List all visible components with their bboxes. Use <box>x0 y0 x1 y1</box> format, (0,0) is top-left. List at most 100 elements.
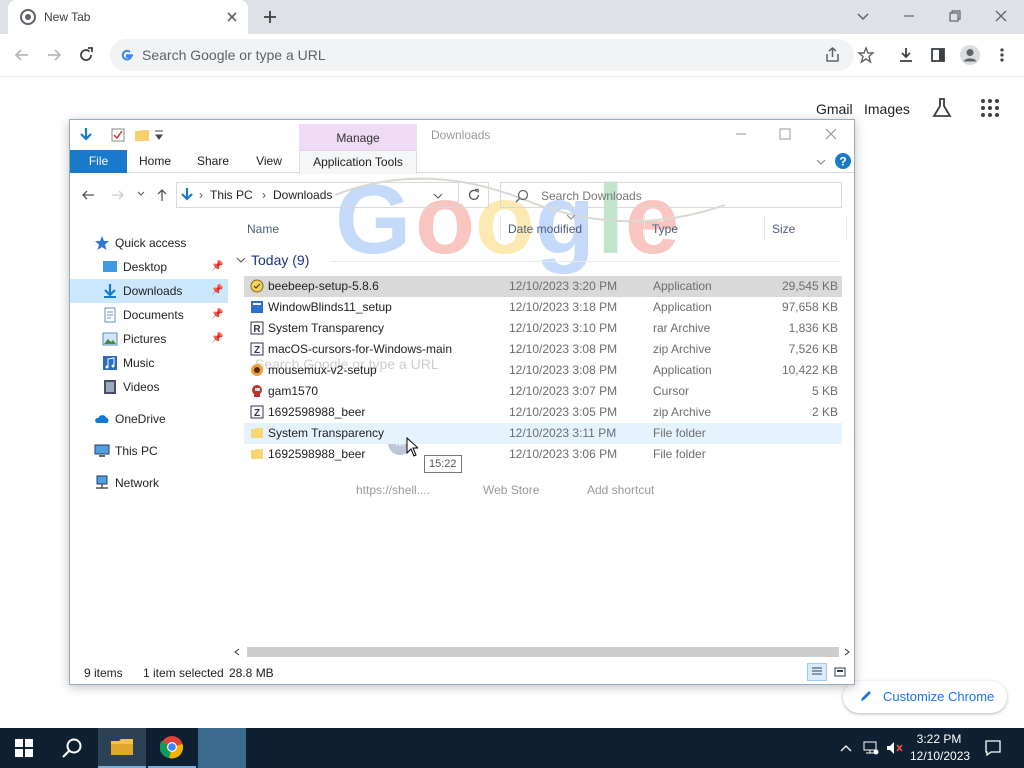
ghost-shortcut-1: https://shell.... <box>356 483 431 497</box>
help-icon[interactable]: ? <box>834 152 852 170</box>
column-header-name[interactable]: Name <box>247 222 279 236</box>
show-hidden-icons-chevron-icon[interactable] <box>836 728 856 768</box>
nav-forward-icon[interactable] <box>110 187 126 203</box>
omnibox[interactable]: Search Google or type a URL <box>110 39 854 71</box>
sidebar-item-this-pc[interactable]: This PC <box>70 439 228 463</box>
large-icons-view-icon[interactable] <box>831 663 849 681</box>
file-explorer-taskbar-icon[interactable] <box>98 728 146 768</box>
properties-check-icon[interactable] <box>110 127 126 143</box>
scroll-left-icon[interactable] <box>233 648 241 656</box>
file-row[interactable]: R System Transparency 12/10/2023 3:10 PM… <box>244 318 842 339</box>
scroll-right-icon[interactable] <box>843 648 851 656</box>
customize-chrome-label: Customize Chrome <box>883 689 995 704</box>
customize-chrome-button[interactable]: Customize Chrome <box>843 681 1007 713</box>
chrome-taskbar-icon[interactable] <box>148 728 196 768</box>
tab-close-icon[interactable] <box>224 9 240 25</box>
labs-flask-icon[interactable] <box>930 96 954 120</box>
network-tray-icon[interactable] <box>860 728 882 768</box>
quick-access-down-arrow-icon[interactable] <box>78 127 94 143</box>
breadcrumb-this-pc[interactable]: This PC <box>210 188 253 202</box>
ribbon-tab-home[interactable]: Home <box>132 150 178 173</box>
bookmark-star-icon[interactable] <box>854 43 878 67</box>
file-row[interactable]: Z 1692598988_beer 12/10/2023 3:05 PM zip… <box>244 402 842 423</box>
gmail-link[interactable]: Gmail <box>816 101 853 117</box>
search-downloads-input[interactable]: Search Downloads <box>500 182 842 208</box>
customize-quick-access-icon[interactable] <box>154 129 164 141</box>
explorer-close-icon[interactable] <box>822 125 840 143</box>
horizontal-scrollbar[interactable] <box>233 644 853 661</box>
address-separator-icon: › <box>199 188 203 202</box>
ribbon-tab-view[interactable]: View <box>248 150 290 173</box>
sidebar-item-network[interactable]: Network <box>70 471 228 495</box>
sidebar-item-onedrive[interactable]: OneDrive <box>70 407 228 431</box>
sidebar-item-downloads[interactable]: Downloads 📌 <box>70 279 228 303</box>
column-header-size[interactable]: Size <box>772 222 795 236</box>
window-close-icon[interactable] <box>990 5 1012 27</box>
clock-time[interactable]: 3:22 PM <box>914 732 964 746</box>
windows-start-icon[interactable] <box>0 728 48 768</box>
file-row[interactable]: mousemux-v2-setup 12/10/2023 3:08 PM App… <box>244 360 842 381</box>
ribbon-tab-share[interactable]: Share <box>190 150 236 173</box>
notification-center-icon[interactable] <box>980 728 1006 768</box>
forward-arrow-icon[interactable] <box>42 43 66 67</box>
ribbon-tab-application-tools[interactable]: Application Tools <box>299 150 417 174</box>
search-placeholder: Search Downloads <box>541 189 642 203</box>
mouse-cursor-icon <box>406 437 418 457</box>
apps-grid-icon[interactable] <box>978 96 1002 120</box>
tab-new-tab[interactable]: New Tab <box>8 0 248 34</box>
clock-date[interactable]: 12/10/2023 <box>910 749 970 763</box>
group-header-today[interactable]: Today (9) <box>251 252 309 268</box>
column-divider[interactable] <box>846 216 847 240</box>
up-arrow-icon[interactable] <box>154 187 170 203</box>
sidebar-item-videos[interactable]: Videos <box>70 375 228 399</box>
back-arrow-icon[interactable] <box>10 43 34 67</box>
downloads-icon[interactable] <box>894 43 918 67</box>
column-divider[interactable] <box>644 216 645 240</box>
file-row[interactable]: System Transparency 12/10/2023 3:11 PM F… <box>244 423 842 444</box>
active-window-taskbar-slot[interactable] <box>198 728 246 768</box>
share-icon[interactable] <box>824 46 842 64</box>
window-restore-icon[interactable] <box>944 5 966 27</box>
tab-search-chevron-icon[interactable] <box>852 5 874 27</box>
side-panel-icon[interactable] <box>926 43 950 67</box>
taskbar-search-icon[interactable] <box>48 728 96 768</box>
column-divider[interactable] <box>764 216 765 240</box>
sidebar-item-music[interactable]: Music <box>70 351 228 375</box>
ribbon-tab-file[interactable]: File <box>70 150 127 173</box>
file-row[interactable]: gam1570 12/10/2023 3:07 PM Cursor 5 KB <box>244 381 842 402</box>
zip-archive-icon: Z <box>250 405 264 419</box>
manage-context-tab[interactable]: Manage <box>299 124 417 150</box>
recent-locations-chevron-icon[interactable] <box>136 189 146 199</box>
new-tab-plus-icon[interactable] <box>258 5 282 29</box>
refresh-icon[interactable] <box>459 182 489 208</box>
file-row[interactable]: WindowBlinds11_setup 12/10/2023 3:18 PM … <box>244 297 842 318</box>
file-row[interactable]: beebeep-setup-5.8.6 12/10/2023 3:20 PM A… <box>244 276 842 297</box>
sidebar-item-pictures[interactable]: Pictures 📌 <box>70 327 228 351</box>
column-header-type[interactable]: Type <box>652 222 678 236</box>
explorer-maximize-icon[interactable] <box>776 125 794 143</box>
explorer-minimize-icon[interactable] <box>732 125 750 143</box>
volume-muted-icon[interactable] <box>884 728 906 768</box>
ribbon-expand-chevron-icon[interactable] <box>815 156 827 168</box>
images-link[interactable]: Images <box>864 101 910 117</box>
window-minimize-icon[interactable] <box>898 5 920 27</box>
new-folder-icon[interactable] <box>134 127 150 143</box>
file-type: Application <box>653 300 712 314</box>
sidebar-item-documents[interactable]: Documents 📌 <box>70 303 228 327</box>
details-view-icon[interactable] <box>807 663 827 681</box>
sidebar-item-quick-access[interactable]: Quick access <box>70 231 228 255</box>
group-collapse-chevron-icon[interactable] <box>236 256 246 264</box>
column-divider[interactable] <box>500 216 501 240</box>
file-row[interactable]: 1692598988_beer 12/10/2023 3:06 PM File … <box>244 444 842 465</box>
sidebar-item-desktop[interactable]: Desktop 📌 <box>70 255 228 279</box>
nav-back-icon[interactable] <box>80 187 96 203</box>
chrome-menu-icon[interactable] <box>990 43 1014 67</box>
file-row[interactable]: Z macOS-cursors-for-Windows-main 12/10/2… <box>244 339 842 360</box>
address-bar[interactable]: › This PC › Downloads <box>176 182 459 208</box>
breadcrumb-downloads[interactable]: Downloads <box>273 188 332 202</box>
address-dropdown-icon[interactable] <box>432 190 444 202</box>
scroll-thumb[interactable] <box>247 647 839 657</box>
column-header-date[interactable]: Date modified <box>508 222 582 236</box>
profile-avatar-icon[interactable] <box>958 43 982 67</box>
reload-icon[interactable] <box>74 43 98 67</box>
